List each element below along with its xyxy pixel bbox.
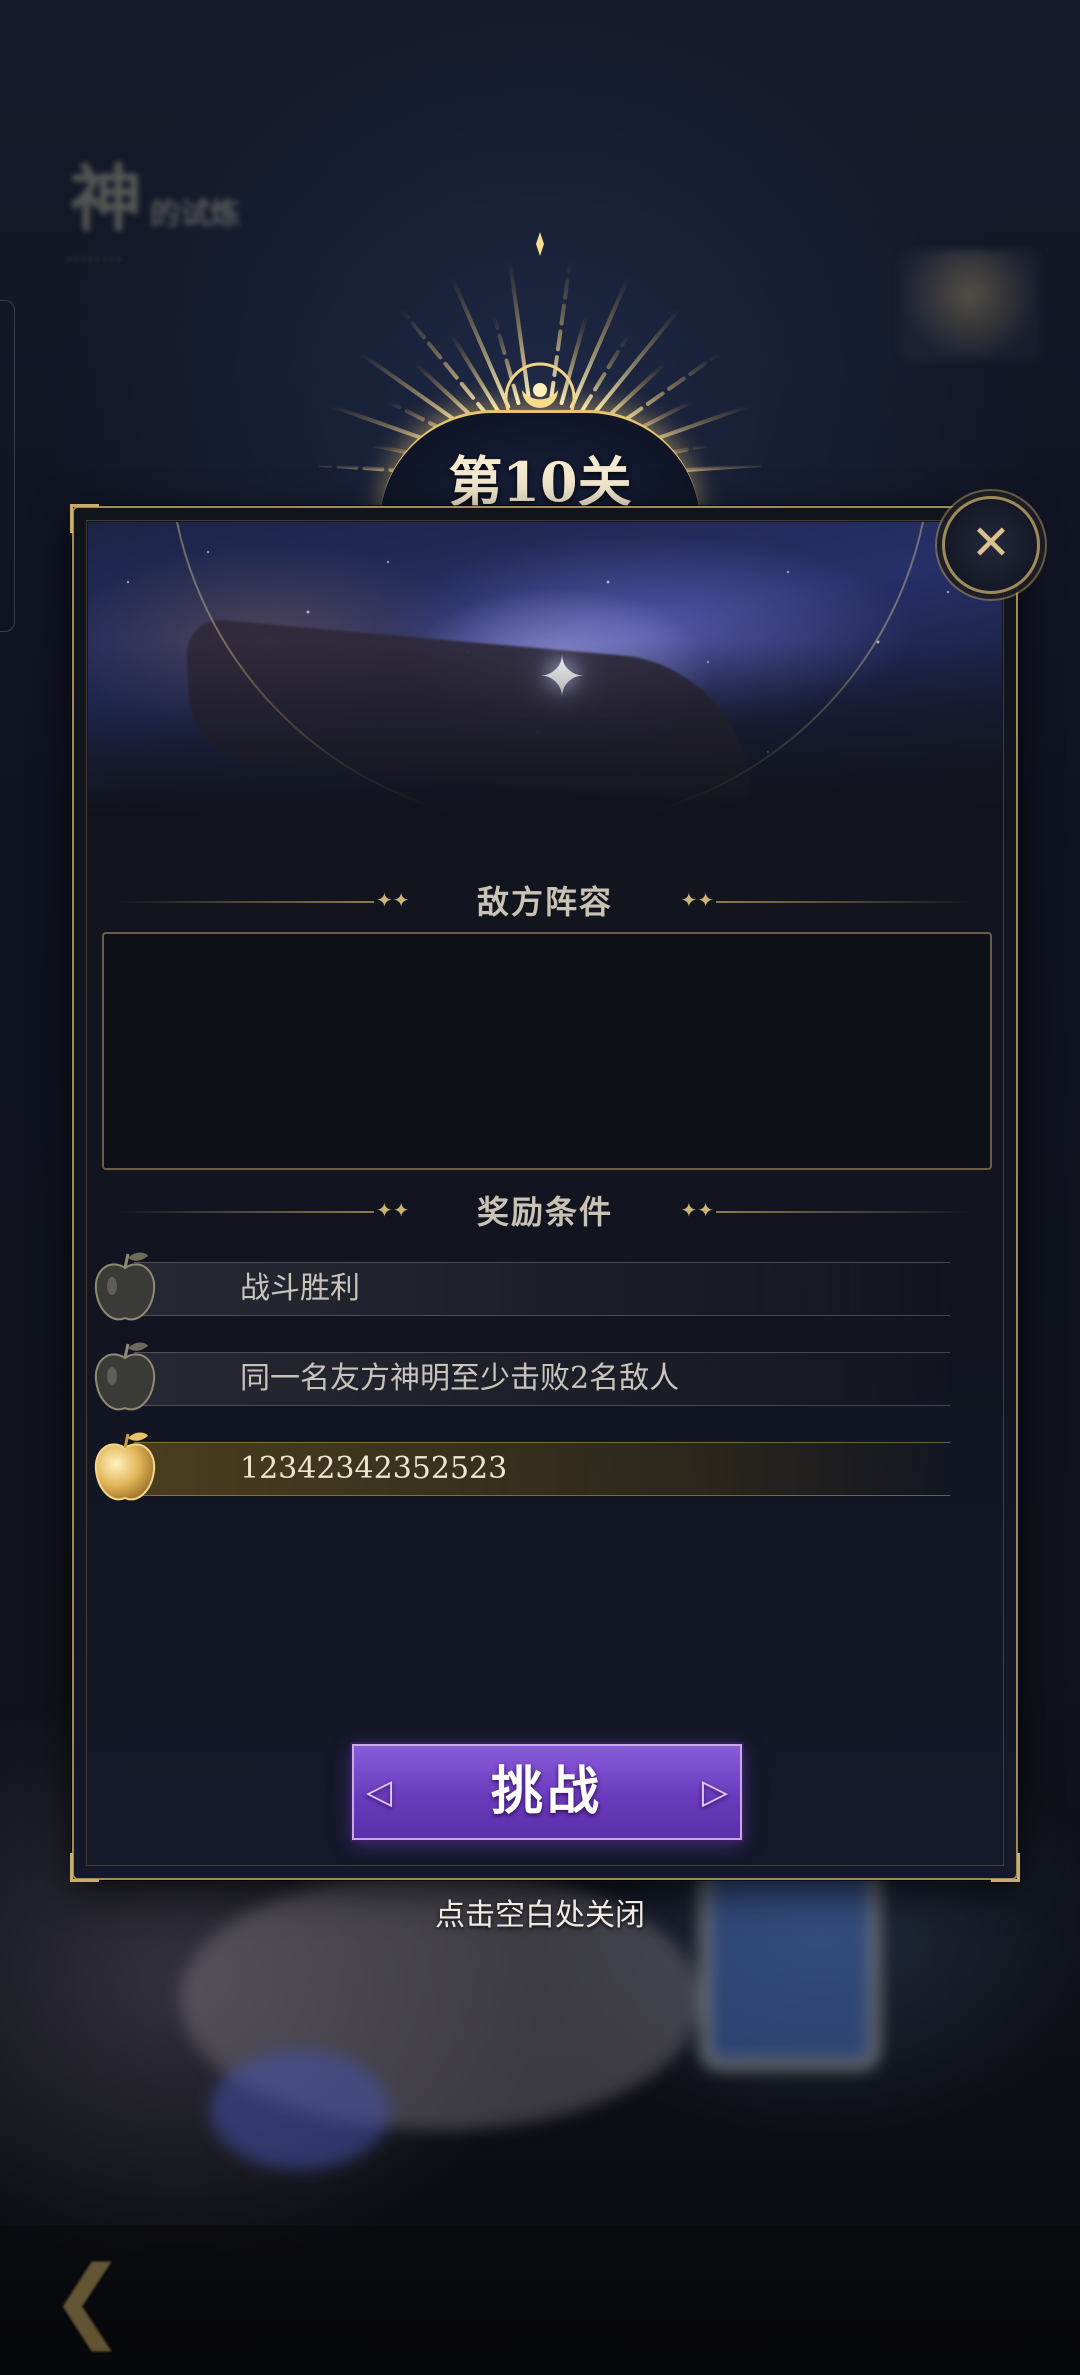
reward-condition-text: 战斗胜利: [240, 1271, 360, 1306]
reward-condition-text: 同一名友方神明至少击败2名敌人: [240, 1361, 680, 1396]
apple-icon-dark: [94, 1342, 156, 1411]
sparkle-icon: ✦✦: [680, 1198, 714, 1222]
sparkle-icon: ✦✦: [376, 1198, 410, 1222]
reward-condition-text: 12342342352523: [240, 1451, 508, 1486]
background-left-tab: [0, 300, 15, 632]
background-badge: [900, 250, 1040, 360]
reward-conditions-header: ✦✦ 奖励条件 ✦✦: [114, 1192, 976, 1232]
close-icon[interactable]: ✕: [942, 496, 1040, 594]
background-subtitle: ········: [66, 248, 122, 273]
background-title: 神的试炼: [70, 156, 241, 241]
tap-to-close-hint[interactable]: 点击空白处关闭: [340, 1890, 740, 1934]
reward-condition-row: 同一名友方神明至少击败2名敌人: [90, 1342, 950, 1411]
enemy-lineup-header: ✦✦ 敌方阵容 ✦✦: [114, 882, 976, 922]
challenge-button-label: 挑战: [490, 1761, 603, 1822]
back-arrow-icon[interactable]: ❮: [50, 2250, 170, 2350]
reward-condition-row-achieved: 12342342352523: [90, 1432, 950, 1501]
panel-corner: [991, 1853, 1020, 1882]
level-banner-image: ✦: [88, 522, 1002, 842]
panel-corner: [70, 1853, 99, 1882]
screen[interactable]: 神的试炼 ········ ❮ 第10关 ✦: [0, 0, 1080, 2375]
sparkle-icon: ✦✦: [376, 888, 410, 912]
level-detail-panel: ✦ ✕ ✦✦ 敌方阵容 ✦✦ ✦✦ 奖励条件 ✦✦: [70, 496, 1040, 1882]
apple-icon-dark: [94, 1252, 156, 1321]
challenge-button[interactable]: ◁ 挑战 ▷: [352, 1744, 742, 1840]
sparkle-icon: ✦✦: [680, 888, 714, 912]
ornament-icon: ▷: [701, 1772, 728, 1812]
golden-apple-icon: [94, 1432, 156, 1501]
ornament-icon: ◁: [366, 1772, 393, 1812]
reward-condition-row: 战斗胜利: [90, 1252, 950, 1321]
reward-conditions-title: 奖励条件: [476, 1193, 613, 1231]
enemy-lineup-box: [102, 932, 992, 1170]
enemy-lineup-title: 敌方阵容: [476, 883, 613, 921]
